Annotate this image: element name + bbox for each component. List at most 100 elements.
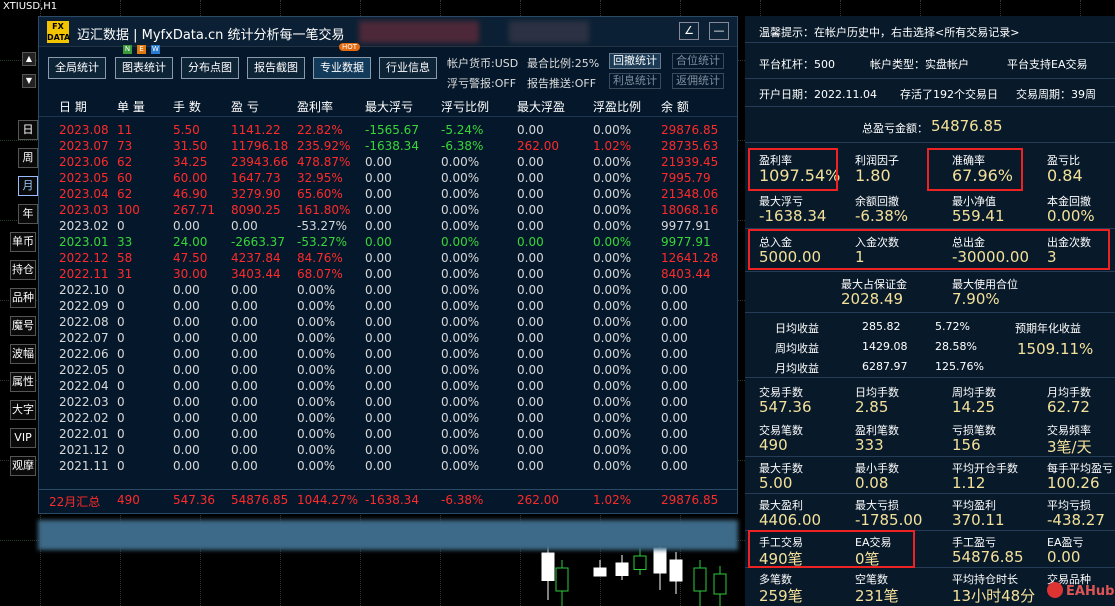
table-cell: 21939.45 — [661, 155, 719, 169]
eahub-watermark: EAHub — [1047, 582, 1114, 599]
table-row[interactable]: 2023.01 33 24.00 -2663.37 -53.27% 0.00 0.00% 0.… — [39, 235, 737, 251]
left-tool-4[interactable]: 单币 — [10, 232, 36, 252]
table-cell: 0.00% — [441, 283, 480, 297]
table-row[interactable]: 2022.11 31 30.00 3403.44 68.07% 0.00 0.00% 0.00… — [39, 267, 737, 283]
left-tool-12[interactable]: 观摩 — [10, 456, 36, 476]
btn-position-stats[interactable]: 合位统计 — [672, 53, 724, 69]
table-cell: 0.00% — [441, 443, 480, 457]
avg-return-2: 125.76% — [935, 360, 984, 373]
blurred-region — [38, 520, 738, 550]
table-cell: 5.50 — [173, 123, 200, 137]
col-header[interactable]: 日 期 — [59, 98, 87, 115]
open-date: 开户日期：2022.11.04 — [759, 88, 877, 101]
table-cell: 0.00% — [593, 203, 632, 217]
table-row[interactable]: 2022.05 0 0.00 0.00 0.00% 0.00 0.00% 0.00 0.00% 0… — [39, 363, 737, 379]
table-row[interactable]: 2022.04 0 0.00 0.00 0.00% 0.00 0.00% 0.00 0.00% 0… — [39, 379, 737, 395]
table-cell: 12641.28 — [661, 251, 719, 265]
table-row[interactable]: 2022.09 0 0.00 0.00 0.00% 0.00 0.00% 0.00 0.00% 0… — [39, 299, 737, 315]
stats2-value: -1638.34 — [759, 207, 827, 225]
stats5-value: 3笔/天 — [1047, 438, 1092, 456]
btn-global-stats[interactable]: 全局统计 — [48, 57, 106, 79]
table-row[interactable]: 2023.02 0 0.00 0.00 -53.27% 0.00 0.00% 0.00 0.00… — [39, 219, 737, 235]
minimize-icon[interactable]: — — [709, 22, 729, 40]
btn-interest-stats[interactable]: 利息统计 — [609, 73, 661, 89]
left-tool-0[interactable]: 日 — [18, 120, 38, 140]
ea-support: 平台支持EA交易 — [1007, 58, 1088, 71]
left-tool-7[interactable]: 魔号 — [10, 316, 36, 336]
table-row[interactable]: 2022.06 0 0.00 0.00 0.00% 0.00 0.00% 0.00 0.00% 0… — [39, 347, 737, 363]
btn-industry[interactable]: 行业信息 — [379, 57, 437, 79]
col-header[interactable]: 单 量 — [117, 98, 145, 115]
table-row[interactable]: 2023.05 60 60.00 1647.73 32.95% 0.00 0.00% 0.00… — [39, 171, 737, 187]
left-tool-9[interactable]: 属性 — [10, 372, 36, 392]
table-cell: 21348.06 — [661, 187, 719, 201]
table-cell: 0.00 — [517, 251, 544, 265]
left-tool-8[interactable]: 波幅 — [10, 344, 36, 364]
report-push-toggle[interactable]: 报告推送:OFF — [527, 75, 596, 91]
table-row[interactable]: 2021.11 0 0.00 0.00 0.00% 0.00 0.00% 0.00 0.00% 0… — [39, 459, 737, 475]
btn-pro-data[interactable]: 专业数据 — [313, 57, 371, 79]
btn-rebate-stats[interactable]: 返佣统计 — [672, 73, 724, 89]
stats3-value: -30000.00 — [952, 248, 1029, 266]
new-badge-n: N — [123, 45, 132, 54]
table-cell: 4237.84 — [231, 251, 281, 265]
scroll-up-icon[interactable]: ▲ — [22, 52, 36, 66]
col-header[interactable]: 余 额 — [661, 98, 689, 115]
table-cell: 0.00 — [517, 155, 544, 169]
table-row[interactable]: 2023.07 73 31.50 11796.18 235.92% -1638.34 -6.… — [39, 139, 737, 155]
avg-return-2: 5.72% — [935, 320, 970, 333]
table-row[interactable]: 2022.03 0 0.00 0.00 0.00% 0.00 0.00% 0.00 0.00% 0… — [39, 395, 737, 411]
col-header[interactable]: 最大浮亏 — [365, 98, 413, 115]
left-tool-3[interactable]: 年 — [18, 204, 38, 224]
table-cell: -5.24% — [441, 123, 484, 137]
table-cell: 0.00 — [231, 219, 258, 233]
col-header[interactable]: 浮亏比例 — [441, 98, 489, 115]
table-cell: 0.00 — [517, 235, 544, 249]
col-header[interactable]: 最大浮盈 — [517, 98, 565, 115]
table-row[interactable]: 2022.02 0 0.00 0.00 0.00% 0.00 0.00% 0.00 0.00% 0… — [39, 411, 737, 427]
table-row[interactable]: 2023.03 100 267.71 8090.25 161.80% 0.00 0.00% 0… — [39, 203, 737, 219]
table-cell: 0.00% — [593, 267, 632, 281]
left-tool-5[interactable]: 持仓 — [10, 260, 36, 280]
table-cell: 0.00% — [297, 395, 336, 409]
table-row[interactable]: 2022.01 0 0.00 0.00 0.00% 0.00 0.00% 0.00 0.00% 0… — [39, 427, 737, 443]
table-row[interactable]: 2022.08 0 0.00 0.00 0.00% 0.00 0.00% 0.00 0.00% 0… — [39, 315, 737, 331]
table-cell: 0.00% — [593, 235, 632, 249]
table-cell: 2022.02 — [59, 411, 109, 425]
table-cell: 0.00 — [517, 331, 544, 345]
table-cell: -53.27% — [297, 219, 348, 233]
table-row[interactable]: 2023.08 11 5.50 1141.22 22.82% -1565.67 -5.24%… — [39, 123, 737, 139]
left-tool-11[interactable]: VIP — [10, 428, 36, 448]
table-row[interactable]: 2022.12 58 47.50 4237.84 84.76% 0.00 0.00% 0.00… — [39, 251, 737, 267]
blurred-region — [509, 21, 589, 43]
table-cell: 0.00 — [365, 299, 392, 313]
btn-scatter[interactable]: 分布点图 — [181, 57, 239, 79]
table-row[interactable]: 2023.06 62 34.25 23943.66 478.87% 0.00 0.00% 0.… — [39, 155, 737, 171]
btn-drawdown-stats[interactable]: 回撤统计 — [609, 53, 661, 69]
btn-chart-stats[interactable]: 图表统计 — [115, 57, 173, 79]
table-row[interactable]: 2023.04 62 46.90 3279.90 65.60% 0.00 0.00% 0.00… — [39, 187, 737, 203]
left-tool-2[interactable]: 月 — [18, 176, 38, 196]
table-cell: 0.00 — [365, 219, 392, 233]
candle-body — [541, 552, 555, 581]
col-header[interactable]: 盈利率 — [297, 98, 333, 115]
col-header[interactable]: 浮盈比例 — [593, 98, 641, 115]
left-tool-10[interactable]: 大字 — [10, 400, 36, 420]
left-tool-6[interactable]: 品种 — [10, 288, 36, 308]
col-header[interactable]: 手 数 — [173, 98, 201, 115]
scroll-down-icon[interactable]: ▼ — [22, 74, 36, 88]
float-alert-toggle[interactable]: 浮亏警报:OFF — [447, 75, 516, 91]
table-cell: 2022.03 — [59, 395, 109, 409]
table-cell: 0.00 — [517, 443, 544, 457]
left-tool-1[interactable]: 周 — [18, 148, 38, 168]
edit-icon[interactable]: ∠ — [679, 22, 699, 40]
table-row[interactable]: 2022.10 0 0.00 0.00 0.00% 0.00 0.00% 0.00 0.00% 0… — [39, 283, 737, 299]
table-cell: 2023.07 — [59, 139, 109, 153]
summary-cell: 22月汇总 — [49, 495, 101, 509]
col-header[interactable]: 盈 亏 — [231, 98, 259, 115]
table-cell: 2023.04 — [59, 187, 109, 201]
btn-screenshot[interactable]: 报告截图 — [247, 57, 305, 79]
table-row[interactable]: 2021.12 0 0.00 0.00 0.00% 0.00 0.00% 0.00 0.00% 0… — [39, 443, 737, 459]
table-row[interactable]: 2022.07 0 0.00 0.00 0.00% 0.00 0.00% 0.00 0.00% 0… — [39, 331, 737, 347]
table-cell: 0.00 — [517, 379, 544, 393]
